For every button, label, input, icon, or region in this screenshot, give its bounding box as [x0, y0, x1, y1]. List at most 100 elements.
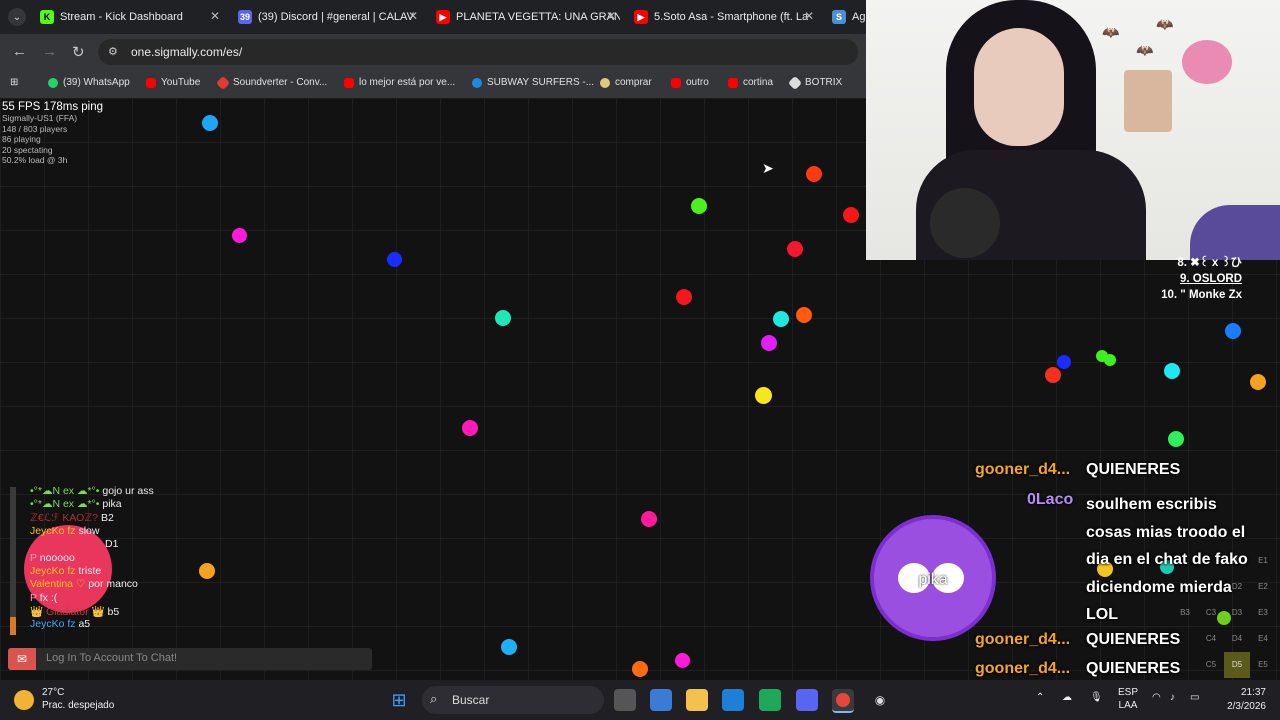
apps-icon[interactable]: ⊞ — [10, 77, 18, 88]
app-icon[interactable] — [722, 689, 744, 711]
bat-icon: 🦇 — [1136, 42, 1154, 58]
close-icon[interactable]: ✕ — [408, 9, 418, 23]
whatsapp-icon — [48, 77, 58, 88]
food-pellet — [462, 420, 478, 436]
bookmark-subway-surfers[interactable]: SUBWAY SURFERS -... — [472, 77, 594, 88]
obs-icon[interactable]: ◉ — [869, 689, 891, 711]
close-icon[interactable]: ✕ — [210, 9, 220, 23]
weather-icon — [14, 690, 34, 710]
youtube-icon — [344, 77, 354, 88]
copilot-icon[interactable] — [650, 689, 672, 711]
tab-title: Stream - Kick Dashboard — [60, 11, 183, 23]
bookmark-soundverter[interactable]: Soundverter - Conv... — [215, 75, 328, 90]
bookmark-label: outro — [686, 77, 709, 88]
start-icon[interactable]: ⊞ — [388, 689, 410, 711]
speaker-icon[interactable]: ♪ — [1170, 692, 1175, 703]
spreadsheet-icon[interactable] — [759, 689, 781, 711]
bookmarks-bar: ⊞ (39) WhatsApp YouTube Soundverter - Co… — [0, 70, 866, 99]
stream-chat-message: soulhem escribis cosas mias troodo el di… — [1086, 496, 1248, 623]
task-view-icon[interactable] — [614, 689, 636, 711]
tab-title: PLANETA VEGETTA: UNA GRAN — [456, 11, 620, 23]
chat-line: •°*☁N ex ☁*°• gojo ur ass — [30, 485, 154, 497]
youtube-icon: ▶ — [634, 10, 648, 24]
forward-icon[interactable]: → — [42, 43, 57, 60]
weather-condition: Prac. despejado — [42, 700, 115, 711]
bookmark-label: YouTube — [161, 77, 201, 88]
url-field[interactable]: ⚙ one.sigmally.com/es/ — [98, 39, 858, 65]
bat-icon: 🦇 — [1102, 24, 1120, 40]
bookmark-label: cortina — [743, 77, 774, 88]
tab-planeta-vegetta[interactable]: ▶ PLANETA VEGETTA: UNA GRAN ✕ — [436, 4, 620, 30]
chat-line: •°*☁N ex ☁*°• pika — [30, 498, 122, 510]
leaderboard-entry: 9. OSLORD — [1180, 273, 1242, 285]
bookmark-lo-mejor[interactable]: lo mejor está por ve... — [344, 77, 455, 88]
chat-input[interactable]: ✉ Log In To Account To Chat! — [8, 648, 372, 670]
food-pellet — [773, 311, 789, 327]
bookmark-botrix[interactable]: BOTRIX — [787, 75, 843, 90]
bookmark-comprar[interactable]: comprar — [600, 77, 652, 88]
chat-message: B2 — [100, 512, 114, 524]
site-info-icon[interactable]: ⚙ — [108, 45, 118, 58]
tab-soto-asa[interactable]: ▶ 5.Soto Asa - Smartphone (ft. La ✕ — [634, 4, 818, 30]
bookmark-label: Soundverter - Conv... — [233, 77, 328, 88]
chat-username: JeycKo fz — [30, 565, 76, 577]
bookmark-youtube[interactable]: YouTube — [146, 77, 200, 88]
taskbar-search[interactable]: ⌕ Buscar — [422, 686, 604, 714]
server-name: Sigmally-US1 (FFA) — [2, 113, 78, 123]
shop-icon — [600, 77, 610, 88]
reload-icon[interactable]: ↻ — [72, 43, 85, 61]
chat-input-placeholder: Log In To Account To Chat! — [46, 652, 178, 664]
chat-message: por manco — [88, 578, 138, 590]
file-explorer-icon[interactable] — [686, 689, 708, 711]
language-bottom: LAA — [1118, 700, 1138, 711]
close-icon[interactable]: ✕ — [606, 9, 616, 23]
streamer-face — [974, 28, 1064, 146]
clock[interactable]: 21:37 2/3/2026 — [1227, 686, 1266, 714]
tab-title: 5.Soto Asa - Smartphone (ft. La — [654, 11, 809, 23]
stream-chat-message: QUIENERES — [1086, 461, 1181, 478]
tab-discord[interactable]: 39 (39) Discord | #general | CALAV ✕ — [238, 4, 422, 30]
bookmark-label: BOTRIX — [805, 77, 843, 88]
back-icon[interactable]: ← — [12, 43, 27, 60]
discord-icon[interactable] — [796, 689, 818, 711]
chat-message: a5 — [78, 618, 91, 630]
wifi-icon[interactable]: ◠ — [1152, 692, 1161, 703]
food-pellet — [387, 252, 402, 267]
tab-search-button[interactable]: ⌄ — [8, 8, 26, 26]
url-text: one.sigmally.com/es/ — [131, 45, 243, 59]
chat-message: nooooo — [39, 552, 75, 564]
close-icon[interactable]: ✕ — [804, 9, 814, 23]
youtube-icon: ▶ — [436, 10, 450, 24]
battery-icon[interactable]: ▭ — [1190, 692, 1199, 703]
food-pellet — [1057, 355, 1071, 369]
stream-chat-username: 0Laco — [1027, 491, 1074, 508]
cloud-icon[interactable]: ☁ — [1062, 692, 1072, 703]
tab-sigmally[interactable]: S Ag — [832, 4, 866, 30]
food-pellet — [1164, 363, 1180, 379]
language-indicator[interactable]: ESP LAA — [1118, 686, 1138, 712]
mail-icon[interactable]: ✉ — [8, 648, 36, 670]
background-pillow — [1190, 205, 1280, 260]
soundverter-icon — [215, 75, 231, 90]
bookmark-whatsapp[interactable]: (39) WhatsApp — [48, 77, 130, 88]
chevron-up-icon[interactable]: ⌃ — [1036, 692, 1044, 703]
food-pellet — [641, 511, 657, 527]
weather-widget[interactable]: 27°C Prac. despejado — [14, 686, 114, 712]
chat-line: Valentina ♡ por manco — [30, 578, 138, 590]
youtube-icon — [146, 77, 156, 88]
chat-line: P nooooo — [30, 552, 75, 564]
microphone-icon[interactable]: 🎙 — [1090, 692, 1103, 703]
tab-kick[interactable]: K Stream - Kick Dashboard ✕ — [40, 4, 224, 30]
subway-icon — [472, 77, 482, 88]
bookmark-outro[interactable]: outro — [671, 77, 709, 88]
chat-line: JeycKo fz a5 — [30, 618, 90, 630]
bookmark-cortina[interactable]: cortina — [728, 77, 773, 88]
chat-line: 👑 Gladiator 👑 b5 — [30, 605, 119, 618]
chrome-icon[interactable] — [832, 689, 854, 713]
player-cell-pika: pika — [870, 515, 996, 641]
minimap-cell: E4 — [1258, 634, 1268, 643]
food-pellet — [1225, 323, 1241, 339]
minimap-cell: D4 — [1231, 634, 1243, 643]
minimap-cell: C4 — [1205, 634, 1217, 643]
bat-icon: 🦇 — [1156, 16, 1174, 32]
